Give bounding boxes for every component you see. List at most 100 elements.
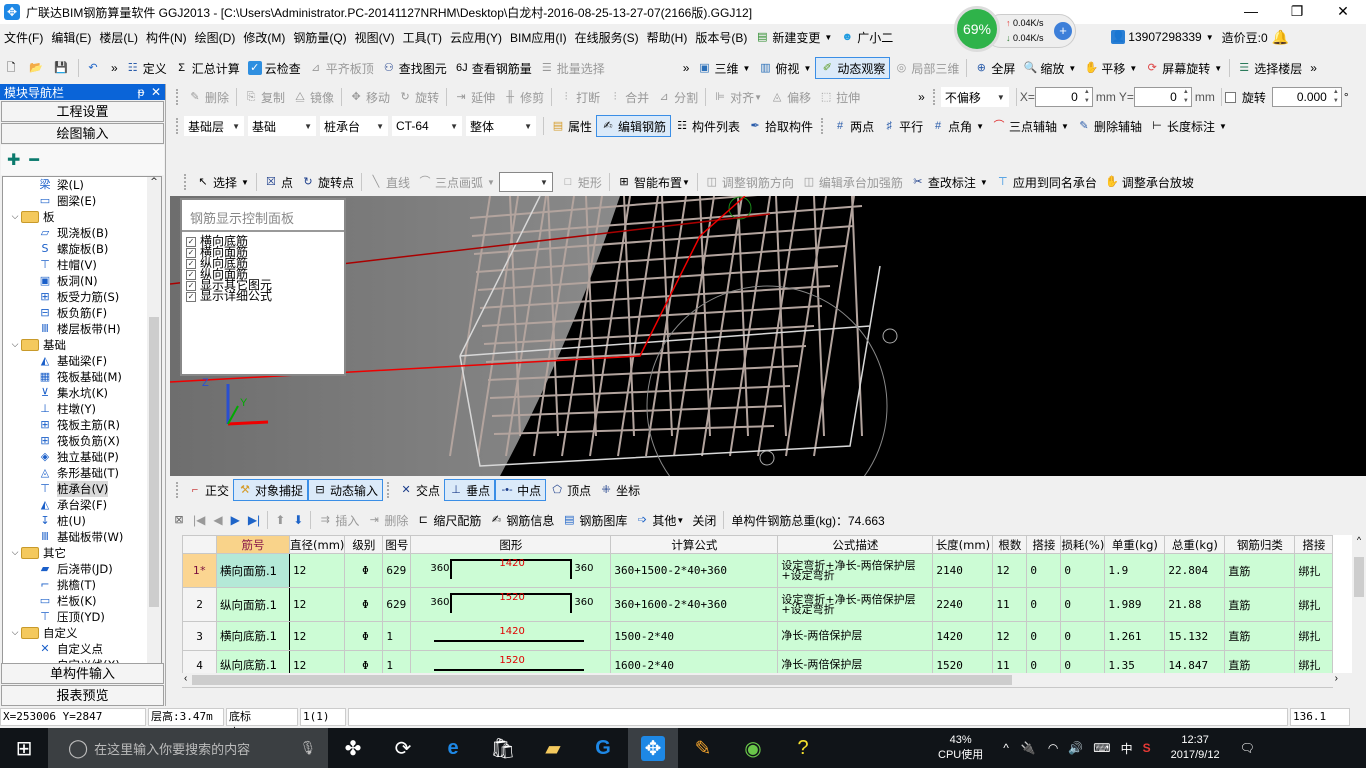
close-button[interactable]: ✕ bbox=[1320, 0, 1366, 24]
cell-total-w[interactable]: 15.132 bbox=[1164, 621, 1226, 651]
tree-item[interactable]: ⌐ 挑檐(T) bbox=[3, 577, 161, 593]
other-menu-button[interactable]: ➩ 其他 ▼ bbox=[631, 509, 688, 531]
cell-shape[interactable]: 360 360 1420 bbox=[410, 553, 612, 588]
scroll-up-icon[interactable]: ^ bbox=[147, 177, 161, 187]
toolbar-overflow-button[interactable]: » bbox=[107, 57, 122, 79]
pan-button[interactable]: ✋ 平移 ▼ bbox=[1080, 57, 1141, 79]
offset-button[interactable]: ◬ 偏移 bbox=[766, 86, 815, 108]
rectangle-button[interactable]: □ 矩形 bbox=[557, 171, 606, 193]
tree-item[interactable]: ⊟ 板负筋(F) bbox=[3, 305, 161, 321]
clock[interactable]: 12:37 2017/9/12 bbox=[1171, 733, 1220, 763]
taskbar-notes[interactable]: ✎ bbox=[678, 728, 728, 768]
table-row[interactable]: 3 横向底筋.1 12 Φ 1 1420 1500-2*40 净长-两倍保护层 1420 12 0 0… bbox=[182, 621, 1334, 651]
delete-row-button[interactable]: ⇥ 删除 bbox=[363, 509, 412, 531]
copy-button[interactable]: ⎘ 复制 bbox=[240, 86, 289, 108]
grid-vscrollbar[interactable]: ^ bbox=[1352, 535, 1366, 687]
tree-item[interactable]: Ⅲ 基础板带(W) bbox=[3, 529, 161, 545]
tree-item[interactable]: ⊞ 筏板负筋(X) bbox=[3, 433, 161, 449]
cell-name[interactable]: 横向底筋.1 bbox=[216, 621, 290, 651]
cell-formula[interactable]: 1500-2*40 bbox=[610, 621, 779, 651]
y-offset-input[interactable]: 0 bbox=[1133, 87, 1192, 107]
tree-scroll-thumb[interactable] bbox=[149, 317, 159, 607]
cell-grade[interactable]: Φ bbox=[344, 553, 384, 588]
edit-cap-reinforce-button[interactable]: ◫ 编辑承台加强筋 bbox=[798, 171, 907, 193]
component-type-select[interactable]: 桩承台 ▼ bbox=[320, 116, 388, 136]
menu-online[interactable]: 在线服务(S) bbox=[571, 29, 643, 46]
checkbox[interactable]: ✓ bbox=[186, 280, 196, 291]
rotate-point-button[interactable]: ↻ 旋转点 bbox=[297, 171, 358, 193]
delete-button[interactable]: ✎ 删除 bbox=[184, 86, 233, 108]
cell-total-w[interactable]: 21.88 bbox=[1164, 587, 1226, 622]
tree-item[interactable]: ⊤ 压顶(YD) bbox=[3, 609, 161, 625]
scale-rebar-button[interactable]: ⊏ 缩尺配筋 bbox=[412, 509, 485, 531]
cell-length[interactable]: 1420 bbox=[932, 621, 994, 651]
adjust-slope-button[interactable]: ✋ 调整承台放坡 bbox=[1101, 171, 1198, 193]
component-list-button[interactable]: ☷ 构件列表 bbox=[671, 115, 744, 137]
cell-formula[interactable]: 360+1500-2*40+360 bbox=[610, 553, 779, 588]
select-button[interactable]: ↖ 选择 ▼ bbox=[192, 171, 253, 193]
column-header[interactable]: 计算公式 bbox=[610, 535, 779, 554]
close-grid-button[interactable]: 关闭 bbox=[688, 509, 720, 531]
offset-mode-select[interactable]: 不偏移 ▼ bbox=[940, 87, 1009, 107]
cell-fig[interactable]: 629 bbox=[382, 553, 412, 588]
column-header[interactable]: 单重(kg) bbox=[1104, 535, 1166, 554]
pick-component-button[interactable]: ✒ 拾取构件 bbox=[744, 115, 817, 137]
type-select[interactable]: 基础 ▼ bbox=[248, 116, 316, 136]
account-button[interactable]: 👤 13907298339 ▼ bbox=[1107, 26, 1217, 48]
rotate-angle-input[interactable]: 0.000 bbox=[1271, 87, 1342, 107]
cell-fig[interactable]: 1 bbox=[382, 621, 412, 651]
menu-help[interactable]: 帮助(H) bbox=[643, 29, 692, 46]
ortho-toggle[interactable]: ⌐ 正交 bbox=[184, 479, 233, 501]
cell-count[interactable]: 12 bbox=[992, 621, 1028, 651]
taskbar-app-fan[interactable]: ✤ bbox=[328, 728, 378, 768]
cell-cls[interactable]: 直筋 bbox=[1224, 621, 1296, 651]
parallel-axis-button[interactable]: ♯ 平行 bbox=[878, 115, 927, 137]
cell-shape[interactable]: 1420 bbox=[410, 621, 612, 651]
trim-button[interactable]: ╫ 修剪 bbox=[499, 86, 548, 108]
zoom-button[interactable]: 🔍 缩放 ▼ bbox=[1019, 57, 1080, 79]
network-speed-widget[interactable]: 69% ↑ 0.04K/s ↓ 0.04K/s + bbox=[954, 6, 1078, 54]
properties-button[interactable]: ▤ 属性 bbox=[547, 115, 596, 137]
tree-item[interactable]: 梁梁(L) bbox=[3, 177, 161, 193]
rotate-checkbox[interactable] bbox=[1224, 91, 1236, 103]
tree-item[interactable]: ⊞ 板受力筋(S) bbox=[3, 289, 161, 305]
merge-button[interactable]: ⫶ 合并 bbox=[604, 86, 653, 108]
scope-select[interactable]: 整体 ▼ bbox=[466, 116, 536, 136]
break-button[interactable]: ⫶ 打断 bbox=[555, 86, 604, 108]
tree-item[interactable]: ⊥ 柱墩(Y) bbox=[3, 401, 161, 417]
keyboard-icon[interactable]: ⌨ bbox=[1093, 741, 1110, 755]
menu-tools[interactable]: 工具(T) bbox=[399, 29, 446, 46]
menu-cloud[interactable]: 云应用(Y) bbox=[446, 29, 506, 46]
guangxiaoer-button[interactable]: ☻ 广小二 bbox=[836, 26, 897, 48]
cell-lap-type[interactable]: 绑扎 bbox=[1294, 621, 1334, 651]
top-view-button[interactable]: ▥ 俯视 ▼ bbox=[754, 57, 815, 79]
snap-vertex-toggle[interactable]: ⬠ 顶点 bbox=[546, 479, 595, 501]
pin-icon[interactable]: ᵽ bbox=[138, 85, 145, 99]
tree-item[interactable]: Ⅲ 楼层板带(H) bbox=[3, 321, 161, 337]
cell-desc[interactable]: 净长-两倍保护层 bbox=[777, 621, 934, 651]
checkbox[interactable]: ✓ bbox=[186, 236, 196, 247]
select-floor-button[interactable]: ☰ 选择楼层 bbox=[1233, 57, 1306, 79]
column-header[interactable]: 搭接 bbox=[1294, 535, 1334, 554]
menu-floor[interactable]: 楼层(L) bbox=[95, 29, 142, 46]
cell-lap-type[interactable]: 绑扎 bbox=[1294, 587, 1334, 622]
volume-icon[interactable]: 🔊 bbox=[1068, 741, 1083, 755]
component-name-select[interactable]: CT-64 ▼ bbox=[392, 116, 462, 136]
column-header[interactable]: 直径(mm) bbox=[288, 535, 346, 554]
batch-select-button[interactable]: ☰ 批量选择 bbox=[536, 57, 609, 79]
new-change-button[interactable]: ▤ 新建变更 ▼ bbox=[751, 26, 836, 48]
cell-dia[interactable]: 12 bbox=[288, 553, 346, 588]
grid-vscroll-thumb[interactable] bbox=[1354, 557, 1364, 597]
next-record-button[interactable]: ▶ bbox=[227, 509, 244, 531]
split-button[interactable]: ⊿ 分割 bbox=[653, 86, 702, 108]
x-offset-input[interactable]: 0 bbox=[1034, 87, 1093, 107]
edit-rebar-button[interactable]: ✍ 编辑钢筋 bbox=[596, 115, 672, 137]
power-icon[interactable]: 🔌 bbox=[1021, 741, 1036, 755]
tree-item[interactable]: ⊤ 桩承台(V) bbox=[3, 481, 161, 497]
mirror-button[interactable]: ⧋ 镜像 bbox=[289, 86, 338, 108]
checkbox[interactable]: ✓ bbox=[186, 247, 196, 258]
new-file-button[interactable]: 🗋 bbox=[0, 57, 25, 79]
move-up-button[interactable]: ⬆ bbox=[271, 509, 289, 531]
cell-lap[interactable]: 0 bbox=[1026, 587, 1062, 622]
stretch-button[interactable]: ⬚ 拉伸 bbox=[815, 86, 864, 108]
